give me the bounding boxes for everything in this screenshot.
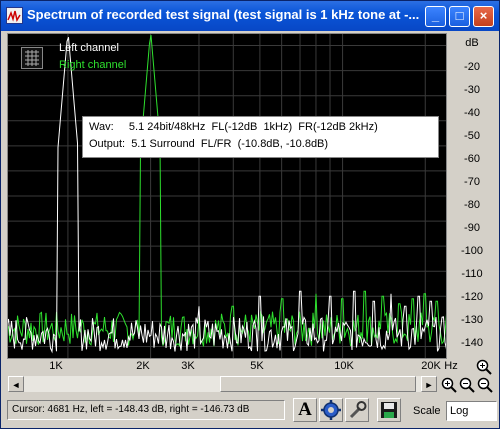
- zoom-in-icon[interactable]: [441, 377, 457, 393]
- x-axis-unit: Hz: [444, 360, 458, 372]
- y-tick-label: -110: [461, 268, 483, 280]
- save-icon[interactable]: [377, 398, 401, 422]
- close-button[interactable]: ×: [473, 6, 494, 27]
- x-tick-label: 10K: [334, 360, 354, 372]
- minimize-button[interactable]: _: [425, 6, 446, 27]
- title-bar[interactable]: Spectrum of recorded test signal (test s…: [1, 1, 499, 31]
- info-wav-line: Wav: 5.1 24bit/48kHz FL(-12dB 1kHz) FR(-…: [89, 121, 378, 133]
- x-tick-label: 2K: [136, 360, 150, 372]
- x-tick-label: 3K: [181, 360, 195, 372]
- y-tick-label: -60: [464, 153, 480, 165]
- y-axis-labels: dB -20 -30 -40 -50 -60 -70 -80 -90 -100 …: [447, 33, 499, 373]
- font-button[interactable]: A: [293, 398, 317, 422]
- spectrum-chart: [7, 33, 447, 359]
- zoom-out-y-icon[interactable]: [477, 377, 493, 393]
- maximize-button[interactable]: □: [449, 6, 470, 27]
- x-tick-label: 5K: [250, 360, 264, 372]
- spectrum-plot[interactable]: [7, 33, 447, 359]
- scale-label: Scale: [413, 405, 441, 417]
- horizontal-scrollbar[interactable]: ◄ ►: [7, 375, 438, 393]
- y-tick-label: -30: [464, 84, 480, 96]
- spectrum-window: Spectrum of recorded test signal (test s…: [0, 0, 500, 429]
- y-tick-label: -50: [464, 130, 480, 142]
- scale-select[interactable]: Log: [446, 401, 497, 421]
- y-tick-label: -70: [464, 176, 480, 188]
- y-tick-label: -100: [460, 245, 484, 257]
- y-axis-unit: dB: [465, 37, 479, 49]
- zoom-in-y-icon[interactable]: [476, 359, 492, 375]
- legend-right-channel: Right channel: [59, 59, 127, 71]
- y-tick-label: -80: [464, 199, 480, 211]
- y-tick-label: -120: [460, 291, 484, 303]
- scroll-left-arrow[interactable]: ◄: [8, 376, 24, 392]
- signal-info-box: Wav: 5.1 24bit/48kHz FL(-12dB 1kHz) FR(-…: [82, 116, 439, 158]
- left-channel-line: [7, 37, 447, 354]
- window-title: Spectrum of recorded test signal (test s…: [27, 7, 420, 22]
- x-tick-label: 1K: [49, 360, 63, 372]
- y-tick-label: -40: [464, 107, 480, 119]
- scroll-thumb[interactable]: [220, 376, 416, 392]
- legend-left-channel: Left channel: [59, 42, 119, 54]
- cursor-status: Cursor: 4681 Hz, left = -148.43 dB, righ…: [7, 400, 285, 420]
- settings-icon[interactable]: [319, 398, 343, 422]
- app-icon[interactable]: [6, 7, 23, 24]
- right-channel-line: [7, 35, 447, 348]
- scroll-right-arrow[interactable]: ►: [421, 376, 437, 392]
- legend-toggle-icon[interactable]: [21, 47, 43, 69]
- y-tick-label: -20: [464, 61, 480, 73]
- y-tick-label: -90: [464, 222, 480, 234]
- wrench-icon[interactable]: [345, 398, 369, 422]
- info-output-line: Output: 5.1 Surround FL/FR (-10.8dB, -10…: [89, 138, 329, 150]
- zoom-out-icon[interactable]: [459, 377, 475, 393]
- y-tick-label: -140: [460, 337, 484, 349]
- y-tick-label: -130: [460, 314, 484, 326]
